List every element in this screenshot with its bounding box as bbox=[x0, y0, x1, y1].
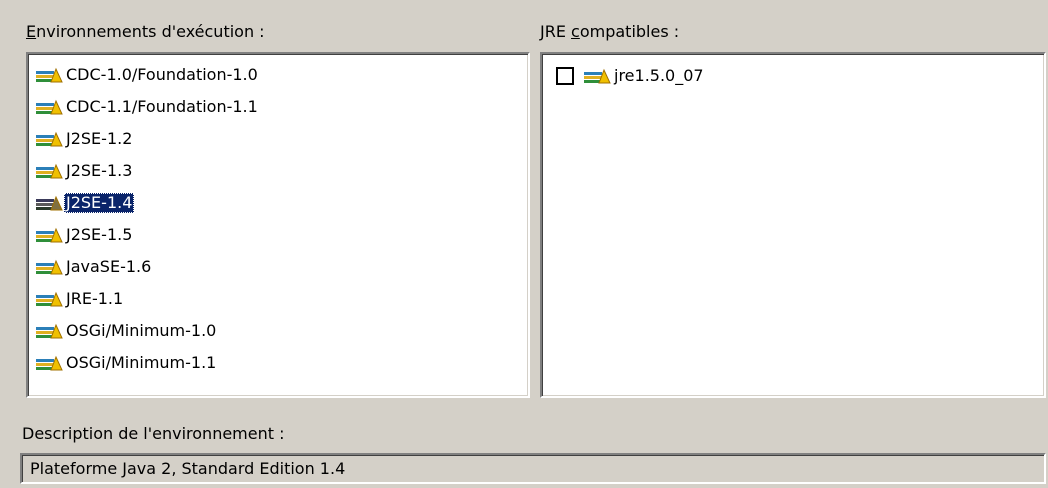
list-item[interactable]: CDC-1.0/Foundation-1.0 bbox=[34, 63, 260, 87]
environment-label: CDC-1.1/Foundation-1.1 bbox=[66, 97, 258, 116]
environments-label-text: nvironnements d'exécution : bbox=[36, 22, 265, 41]
jre-library-icon bbox=[36, 323, 63, 339]
jre-library-icon bbox=[36, 227, 63, 243]
environment-label: J2SE-1.2 bbox=[66, 129, 133, 148]
compatible-jres-label-text: ompatibles : bbox=[579, 22, 680, 41]
list-item[interactable]: jre1.5.0_07 bbox=[556, 64, 706, 88]
jre-library-icon bbox=[36, 355, 63, 371]
description-field: Plateforme Java 2, Standard Edition 1.4 bbox=[20, 453, 1046, 484]
compatible-jres-label-mnemonic: c bbox=[571, 22, 580, 41]
environments-label-mnemonic: E bbox=[26, 22, 37, 41]
environment-label: OSGi/Minimum-1.0 bbox=[66, 321, 217, 340]
jre-library-icon bbox=[36, 131, 63, 147]
compatible-jres-label-prefix: JRE bbox=[540, 22, 572, 41]
list-item[interactable]: JavaSE-1.6 bbox=[34, 255, 153, 279]
list-item[interactable]: OSGi/Minimum-1.0 bbox=[34, 319, 218, 343]
environment-label: JRE-1.1 bbox=[66, 289, 124, 308]
compatible-jres-label: JRE compatibles : bbox=[540, 22, 679, 42]
list-item[interactable]: J2SE-1.3 bbox=[34, 159, 134, 183]
jre-library-icon bbox=[36, 163, 63, 179]
environment-label: J2SE-1.4 bbox=[64, 193, 135, 213]
jre-library-icon bbox=[36, 291, 63, 307]
jre-library-icon bbox=[36, 67, 63, 83]
list-item[interactable]: OSGi/Minimum-1.1 bbox=[34, 351, 218, 375]
compatible-jres-list[interactable]: jre1.5.0_07 bbox=[540, 52, 1046, 398]
list-item[interactable]: CDC-1.1/Foundation-1.1 bbox=[34, 95, 260, 119]
jre-item-label: jre1.5.0_07 bbox=[614, 66, 704, 85]
list-item[interactable]: JRE-1.1 bbox=[34, 287, 125, 311]
list-item[interactable]: J2SE-1.4 bbox=[34, 191, 135, 215]
environment-label: J2SE-1.5 bbox=[66, 225, 133, 244]
jre-library-icon bbox=[36, 99, 63, 115]
list-item[interactable]: J2SE-1.2 bbox=[34, 127, 134, 151]
environment-label: OSGi/Minimum-1.1 bbox=[66, 353, 217, 372]
jre-checkbox[interactable] bbox=[556, 67, 574, 85]
environment-label: JavaSE-1.6 bbox=[66, 257, 152, 276]
environment-label: CDC-1.0/Foundation-1.0 bbox=[66, 65, 258, 84]
environments-list[interactable]: CDC-1.0/Foundation-1.0 CDC-1.1/Foundation… bbox=[26, 52, 530, 398]
jre-library-icon bbox=[36, 259, 63, 275]
jre-library-icon bbox=[36, 195, 63, 211]
list-item[interactable]: J2SE-1.5 bbox=[34, 223, 134, 247]
jre-library-icon bbox=[584, 68, 611, 84]
environments-label: Environnements d'exécution : bbox=[26, 22, 265, 42]
environment-label: J2SE-1.3 bbox=[66, 161, 133, 180]
description-label: Description de l'environnement : bbox=[22, 424, 285, 443]
